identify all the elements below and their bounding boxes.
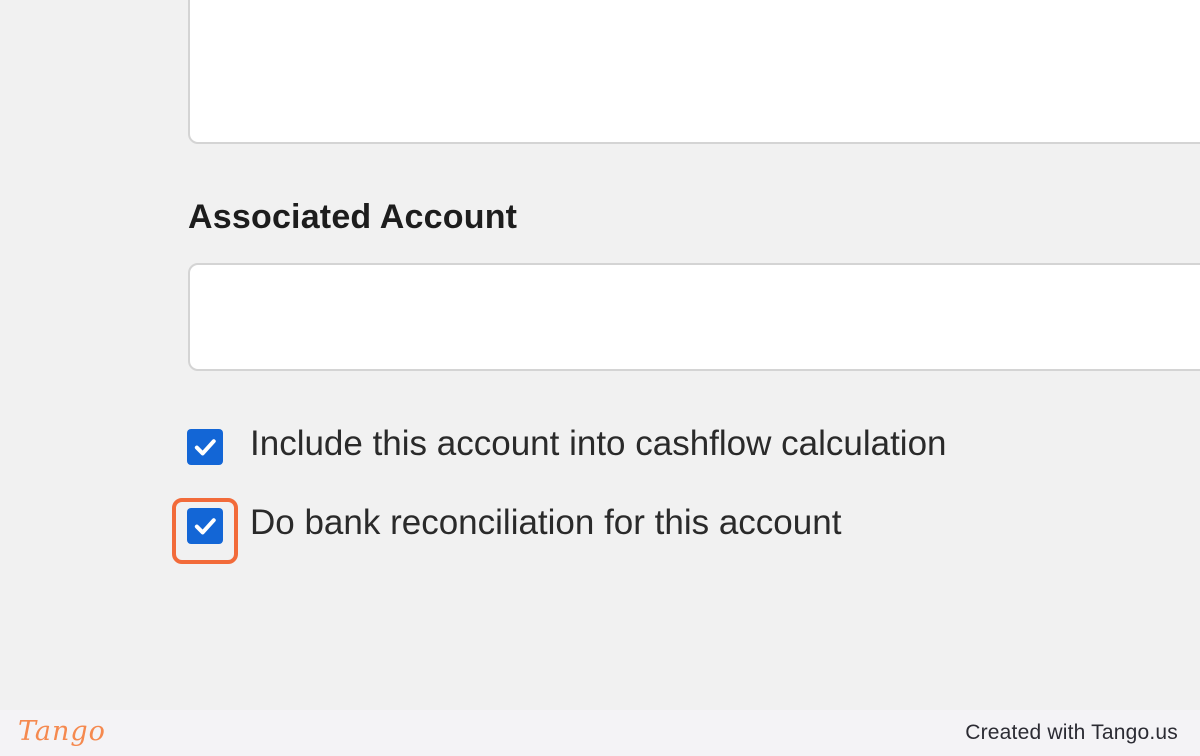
bank-reconciliation-checkbox-label[interactable]: Do bank reconciliation for this account	[250, 503, 841, 543]
associated-account-input[interactable]	[188, 263, 1200, 371]
bank-reconciliation-checkbox-row[interactable]: Do bank reconciliation for this account	[187, 503, 841, 546]
cashflow-checkbox-label[interactable]: Include this account into cashflow calcu…	[250, 424, 947, 464]
footer-bar: Tango Created with Tango.us	[0, 710, 1200, 756]
checkmark-icon	[194, 518, 216, 535]
description-textarea[interactable]	[188, 0, 1200, 144]
footer-credit: Created with Tango.us	[965, 721, 1178, 744]
cashflow-checkbox-row[interactable]: Include this account into cashflow calcu…	[187, 424, 947, 467]
bank-reconciliation-checkbox[interactable]	[187, 508, 223, 544]
tango-logo: Tango	[18, 716, 106, 747]
associated-account-label: Associated Account	[188, 198, 518, 236]
cashflow-checkbox[interactable]	[187, 429, 223, 465]
form-panel: Associated Account Include this account …	[0, 0, 1200, 710]
checkmark-icon	[194, 439, 216, 456]
